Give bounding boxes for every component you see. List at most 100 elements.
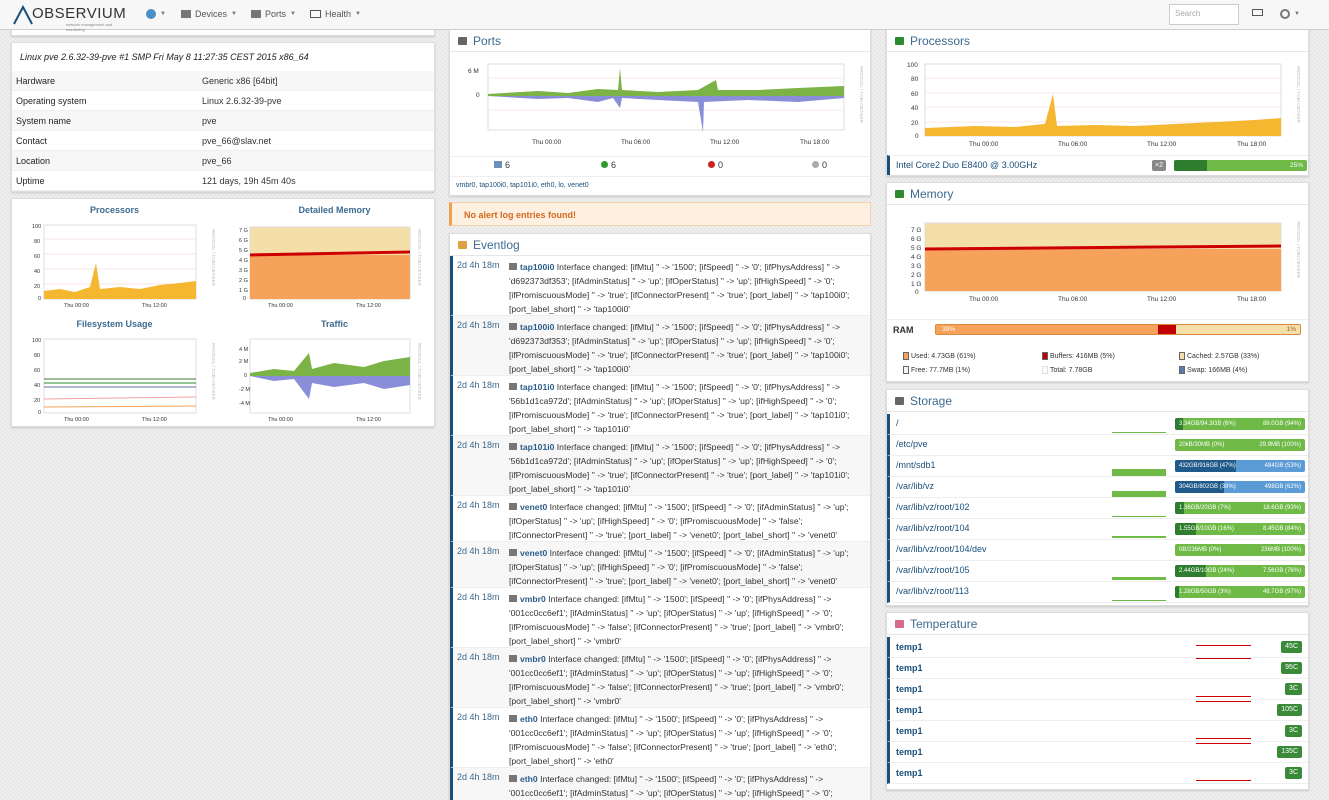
temperature-header[interactable]: Temperature [887, 613, 1308, 635]
table-row[interactable]: temp1 105C [887, 700, 1308, 721]
ports-traffic-graph[interactable]: 6 M 0 Thu 00:00 Thu 06:00 Thu 12:00 Thu … [458, 56, 868, 150]
legend-swatch [903, 352, 909, 360]
ports-menu[interactable]: Ports ▼ [251, 9, 296, 19]
table-row[interactable]: /var/lib/vz/root/105 2.44GB/10GB (24%) 7.5… [887, 561, 1308, 582]
processors-graph[interactable]: 100 80 60 40 20 0 Thu 00:00 Thu 06:00 Th… [895, 56, 1305, 150]
svg-text:20: 20 [34, 398, 40, 404]
ports-header[interactable]: Ports [450, 30, 870, 52]
ports-down-stat[interactable]: 0 [708, 160, 723, 170]
event-time: 2d 4h 18m [457, 320, 500, 330]
memory-mini-graph[interactable]: 7 G 6 G 5 G 4 G 3 G 2 G 1 G 0 Thu 00:00 Thu 12:00… [234, 219, 424, 311]
mem-xtick: Thu 12:00 [1147, 296, 1177, 303]
event-port-link[interactable]: eth0 [520, 714, 538, 724]
search-input[interactable]: Search [1169, 4, 1239, 25]
svg-text:Thu 12:00: Thu 12:00 [356, 303, 381, 309]
ports-xtick: Thu 18:00 [800, 139, 830, 146]
event-port-link[interactable]: venet0 [520, 548, 547, 558]
table-row[interactable]: /mnt/sdb1 432GB/916GB (47%) 484GB (53%) [887, 456, 1308, 477]
processors-mini-graph[interactable]: 100 80 60 40 20 0 Thu 00:00 Thu 12:00 RRDTOOL /… [30, 219, 220, 311]
eventlog-title: Eventlog [473, 237, 520, 252]
event-message: Interface changed: [ifMtu] '' -> '1500';… [509, 502, 849, 540]
cpu-row[interactable]: Intel Core2 Duo E8400 @ 3.00GHz ×2 25% [887, 155, 1308, 175]
ports-total-icon [494, 161, 502, 168]
cpu-icon [895, 36, 904, 45]
storage-header[interactable]: Storage [887, 390, 1308, 412]
storage-free: 484GB (53%) [1264, 463, 1301, 469]
table-row[interactable]: temp1 135C [887, 742, 1308, 763]
event-port-link[interactable]: venet0 [520, 502, 547, 512]
ports-up-stat[interactable]: 6 [601, 160, 616, 170]
event-port-link[interactable]: tap101i0 [520, 442, 554, 452]
svg-text:2 M: 2 M [239, 359, 249, 365]
ram-row[interactable]: RAM 39% 1% [887, 319, 1308, 339]
top-navbar: OBSERVIUM network management and monitor… [0, 0, 1329, 32]
table-row[interactable]: /var/lib/vz/root/104 1.55GB/10GB (16%) 8.4… [887, 519, 1308, 540]
storage-sparkline [1112, 577, 1166, 580]
processors-header[interactable]: Processors [887, 30, 1308, 52]
table-row: Location pve_66 [12, 151, 434, 171]
port-disabled-icon [812, 161, 819, 168]
legend-label: Total: 7.78GB [1050, 366, 1093, 374]
table-row[interactable]: temp1 3C [887, 763, 1308, 784]
storage-sparkline [1112, 432, 1166, 433]
table-row[interactable]: temp1 45C [887, 637, 1308, 658]
storage-usage-bar: 1.55GB/10GB (16%) 8.45GB (84%) [1175, 523, 1305, 535]
legend-swatch [1179, 366, 1185, 374]
health-menu[interactable]: Health ▼ [310, 9, 361, 19]
svg-text:Thu 12:00: Thu 12:00 [142, 303, 167, 309]
event-port-link[interactable]: tap100i0 [520, 262, 554, 272]
rrd-watermark: RRDTOOL / TOBI OETIKER [211, 343, 216, 401]
ports-list[interactable]: vmbr0, tap100i0, tap101i0, eth0, lo, ven… [450, 176, 870, 194]
svg-text:3 G: 3 G [239, 268, 248, 274]
list-item: 2d 4h 18m vmbr0 Interface changed: [ifMtu… [450, 648, 870, 708]
network-card-icon [458, 36, 467, 45]
devices-menu[interactable]: Devices ▼ [181, 9, 237, 19]
mem-xtick: Thu 00:00 [969, 296, 999, 303]
table-row[interactable]: / 3.34GB/94.3GB (6%) 89.0GB (94%) [887, 414, 1308, 435]
table-row: Contact pve_66@slav.net [12, 131, 434, 151]
memory-graph[interactable]: 7 G 6 G 5 G 4 G 3 G 2 G 1 G 0 Thu 00:00 … [895, 211, 1305, 307]
table-row[interactable]: /var/lib/vz/root/113 1.28GB/50GB (3%) 48.7… [887, 582, 1308, 603]
settings-menu[interactable]: ▼ [1280, 9, 1300, 19]
legend-label: Cached: 2.57GB (33%) [1187, 352, 1260, 360]
legend-swatch [1042, 352, 1048, 360]
ram-usage-bar: 39% 1% [935, 324, 1301, 335]
eventlog-header[interactable]: Eventlog [450, 234, 870, 256]
storage-used: 304GB/802GB (38%) [1179, 484, 1236, 490]
event-port-link[interactable]: eth0 [520, 774, 538, 784]
ports-xtick: Thu 00:00 [532, 139, 562, 146]
event-port-link[interactable]: tap101i0 [520, 382, 554, 392]
storage-mount: /var/lib/vz/root/102 [896, 502, 970, 512]
storage-usage-bar: 3.34GB/94.3GB (6%) 89.0GB (94%) [1175, 418, 1305, 430]
laptop-icon[interactable] [1252, 9, 1263, 16]
ports-total-stat[interactable]: 6 [494, 160, 510, 170]
info-value: pve_66@slav.net [202, 135, 272, 146]
event-port-link[interactable]: vmbr0 [520, 654, 546, 664]
observium-logo[interactable]: OBSERVIUM network management and monitor… [12, 3, 132, 32]
memory-header[interactable]: Memory [887, 183, 1308, 205]
table-row[interactable]: temp1 3C [887, 721, 1308, 742]
globe-menu[interactable]: ▼ [146, 9, 166, 19]
filesystem-mini-graph[interactable]: 100 80 60 40 20 0 Thu 00:00 Thu 12:00 RRDTOOL /… [30, 333, 220, 425]
table-row[interactable]: /var/lib/vz/root/102 1.36GB/20GB (7%) 18.6… [887, 498, 1308, 519]
legend-swatch [1179, 352, 1185, 360]
table-row[interactable]: /etc/pve 20kB/30MB (0%) 29.9MB (100%) [887, 435, 1308, 456]
table-row[interactable]: /var/lib/vz/root/104/dev 0B/236MB (0%) 236… [887, 540, 1308, 561]
table-row[interactable]: temp1 3C [887, 679, 1308, 700]
mem-ytick: 5 G [911, 245, 921, 252]
traffic-mini-graph[interactable]: 4 M 2 M 0 -2 M -4 M Thu 00:00 Thu 12:00 RRDTOO… [234, 333, 424, 425]
sensor-sparkline [1196, 780, 1251, 781]
table-row: System name pve [12, 111, 434, 131]
event-port-link[interactable]: vmbr0 [520, 594, 546, 604]
sensor-sparkline [1196, 696, 1251, 697]
table-row[interactable]: temp1 95C [887, 658, 1308, 679]
sensor-sparkline [1196, 701, 1251, 702]
ports-disabled-stat[interactable]: 0 [812, 160, 827, 170]
event-time: 2d 4h 18m [457, 380, 500, 390]
table-row[interactable]: /var/lib/vz 304GB/802GB (38%) 498GB (62%) [887, 477, 1308, 498]
port-icon [509, 715, 517, 722]
mem-ytick: 0 [915, 289, 919, 296]
svg-text:80: 80 [34, 353, 40, 359]
svg-text:2 G: 2 G [239, 278, 248, 284]
event-port-link[interactable]: tap100i0 [520, 322, 554, 332]
